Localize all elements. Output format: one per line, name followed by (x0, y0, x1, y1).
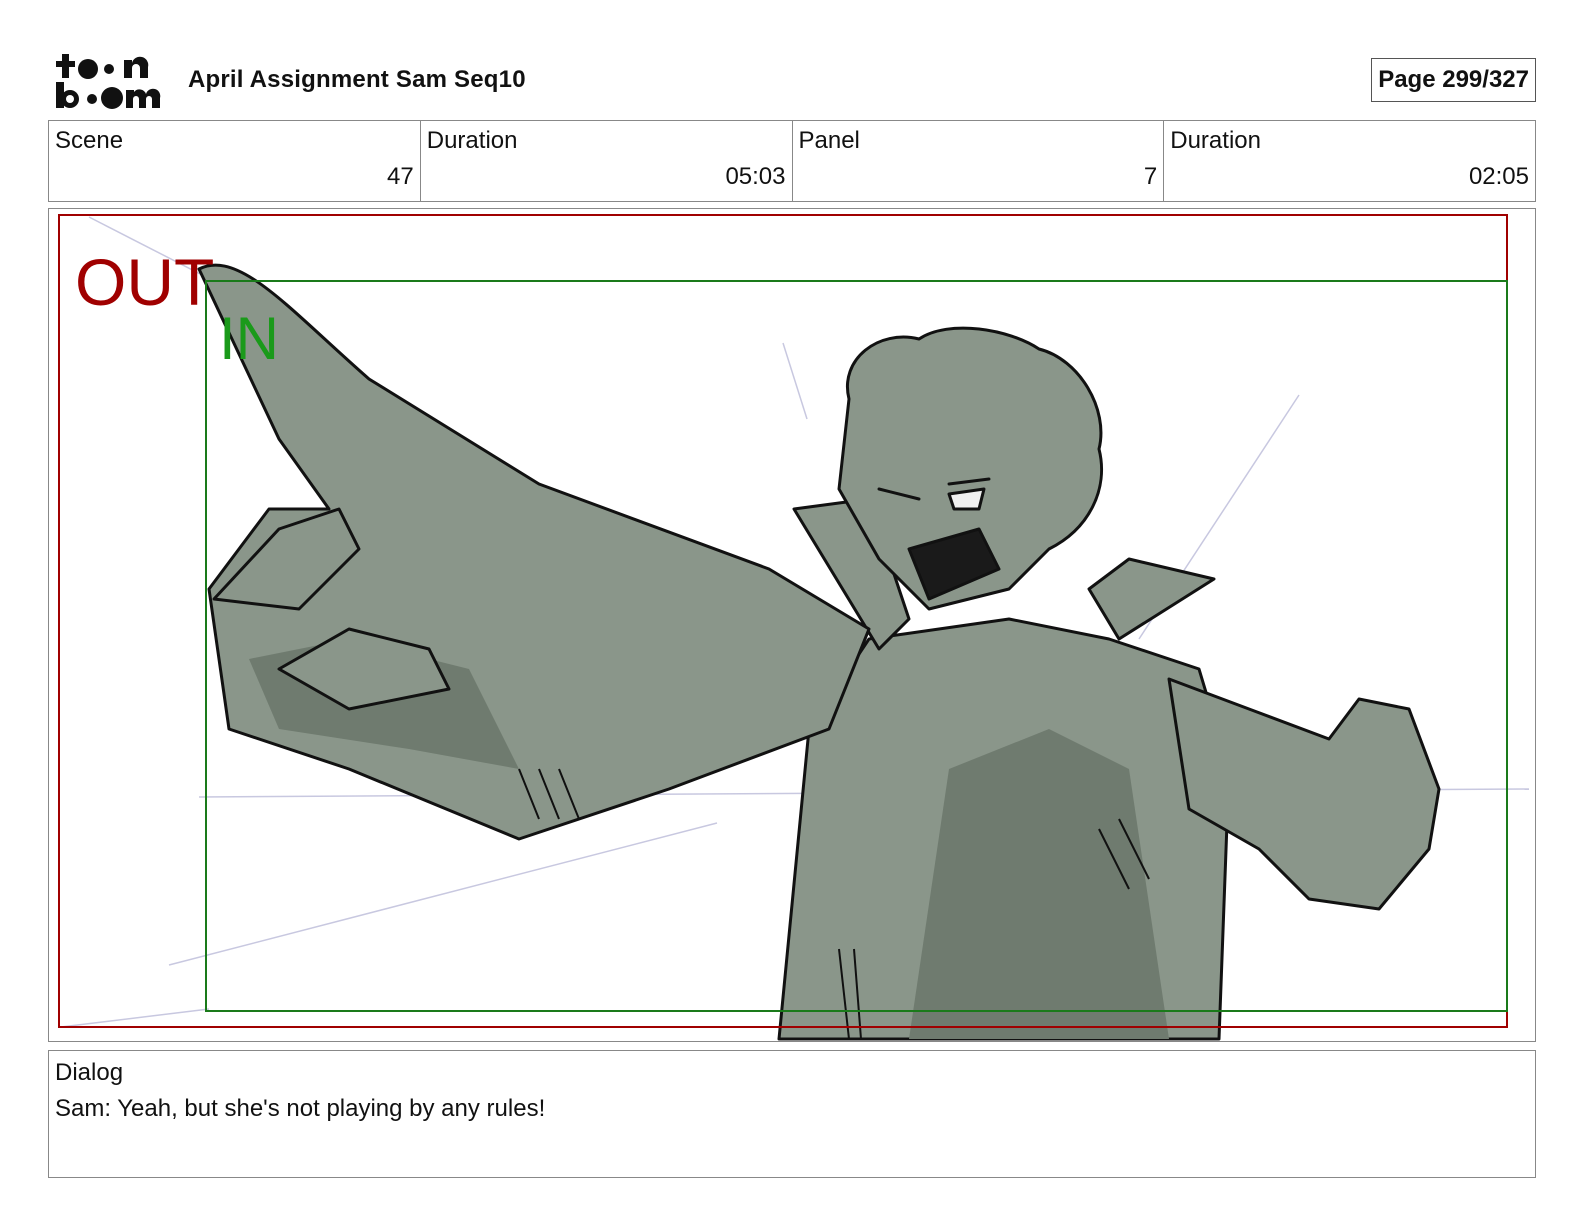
panel-duration-label: Duration (1170, 127, 1261, 154)
dialog-label: Dialog (55, 1059, 124, 1086)
out-label: OUT (75, 245, 214, 319)
scene-duration-label: Duration (426, 127, 518, 154)
character-figure (197, 263, 1441, 1041)
scene-duration-cell: Duration 05:03 (419, 121, 792, 201)
storyboard-panel-image: OUT IN (48, 208, 1536, 1042)
scene-duration-value: 05:03 (725, 163, 786, 190)
panel-label: Panel (798, 127, 860, 154)
panel-duration-cell: Duration 02:05 (1163, 121, 1535, 201)
dialog-box: Dialog Sam: Yeah, but she's not playing … (48, 1050, 1536, 1178)
storyboard-title: April Assignment Sam Seq10 (188, 66, 526, 93)
panel-duration-value: 02:05 (1468, 163, 1529, 190)
panel-drawing: OUT IN (58, 214, 1530, 1041)
page-header: April Assignment Sam Seq10 Page 299/327 (48, 48, 1536, 114)
scene-info-table: Scene 47 Duration 05:03 Panel 7 Duration… (48, 120, 1536, 202)
panel-cell: Panel 7 (791, 121, 1164, 201)
page-number: Page 299/327 (1371, 58, 1536, 102)
scene-cell: Scene 47 (49, 121, 420, 201)
in-label: IN (219, 305, 279, 372)
scene-label: Scene (55, 127, 124, 154)
scene-value: 47 (387, 163, 414, 190)
panel-value: 7 (1143, 163, 1158, 190)
toon-boom-logo (56, 54, 161, 109)
dialog-text: Sam: Yeah, but she's not playing by any … (55, 1095, 546, 1122)
